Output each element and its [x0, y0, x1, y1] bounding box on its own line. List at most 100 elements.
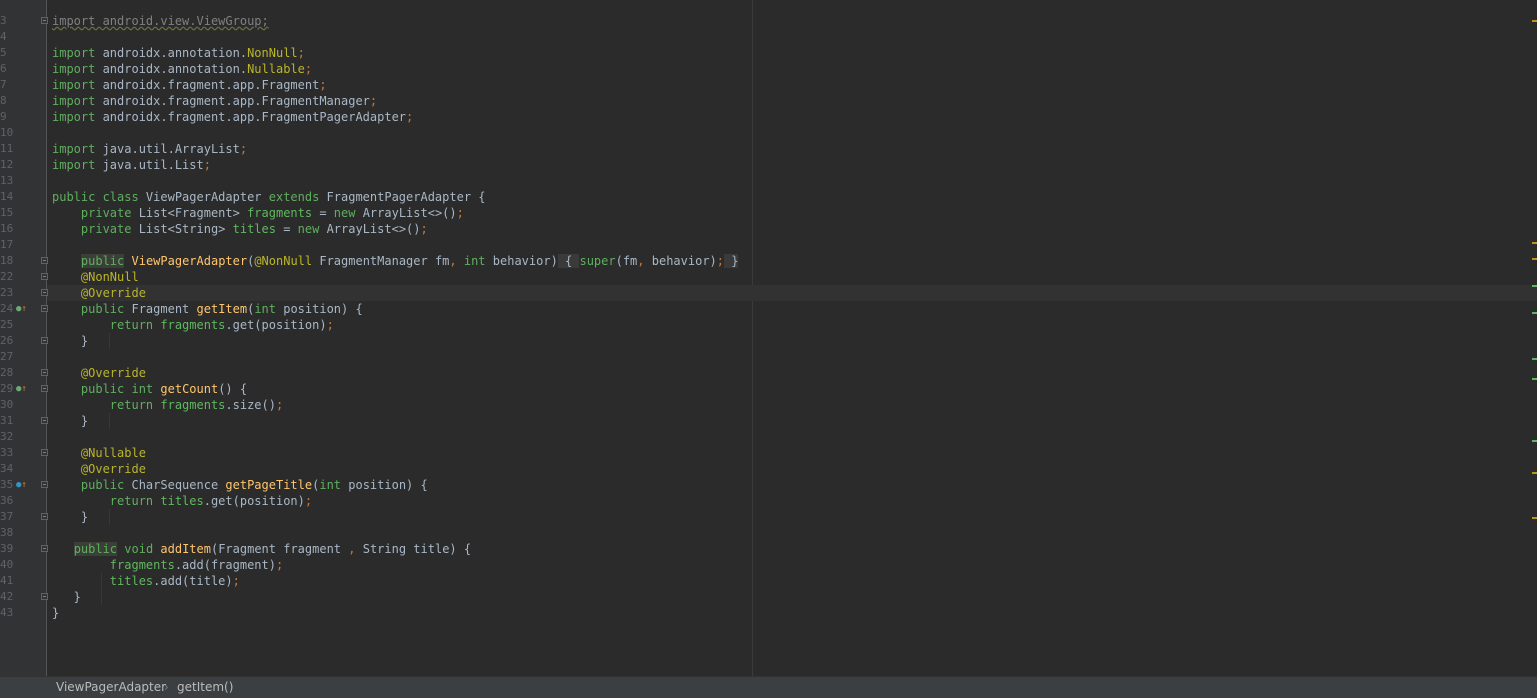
fold-toggle-icon[interactable] [41, 337, 48, 344]
error-stripe-mark[interactable] [1532, 472, 1537, 474]
code-line[interactable]: 28 @Override [0, 365, 1537, 381]
fold-toggle-icon[interactable] [41, 385, 48, 392]
line-number[interactable]: 8 [0, 93, 10, 109]
line-number[interactable]: 5 [0, 45, 10, 61]
breadcrumb-method[interactable]: getItem() [177, 680, 233, 694]
error-stripe-mark[interactable] [1532, 20, 1537, 22]
line-number[interactable]: 39 [0, 541, 13, 557]
code-line[interactable]: 16 private List<String> titles = new Arr… [0, 221, 1537, 237]
line-number[interactable]: 9 [0, 109, 10, 125]
code-editor[interactable]: 3 import android.view.ViewGroup; 4 5 import … [0, 0, 1537, 676]
line-number[interactable]: 11 [0, 141, 13, 157]
code-line[interactable]: 26 } [0, 333, 1537, 349]
code-line[interactable]: 39 public void addItem(Fragment fragment… [0, 541, 1537, 557]
line-number[interactable]: 26 [0, 333, 13, 349]
line-number[interactable]: 31 [0, 413, 13, 429]
line-number[interactable]: 38 [0, 525, 13, 541]
fold-toggle-icon[interactable] [41, 257, 48, 264]
code-line[interactable]: 35 ●↑ public CharSequence getPageTitle(in… [0, 477, 1537, 493]
fold-toggle-icon[interactable] [41, 273, 48, 280]
line-number[interactable]: 36 [0, 493, 13, 509]
code-line[interactable]: 11 import java.util.ArrayList; [0, 141, 1537, 157]
code-line[interactable]: 24 ●↑ public Fragment getItem(int positio… [0, 301, 1537, 317]
fold-toggle-icon[interactable] [41, 545, 48, 552]
implements-method-icon[interactable]: ●↑ [16, 381, 30, 397]
fold-toggle-icon[interactable] [41, 369, 48, 376]
code-line[interactable]: 34 @Override [0, 461, 1537, 477]
code-line[interactable]: 38 [0, 525, 1537, 541]
line-number[interactable]: 17 [0, 237, 13, 253]
code-line[interactable]: 32 [0, 429, 1537, 445]
fold-toggle-icon[interactable] [41, 305, 48, 312]
error-stripe-mark[interactable] [1532, 440, 1537, 442]
line-number[interactable]: 16 [0, 221, 13, 237]
line-number[interactable]: 13 [0, 173, 13, 189]
line-number[interactable]: 41 [0, 573, 13, 589]
code-line[interactable]: 33 @Nullable [0, 445, 1537, 461]
code-line[interactable]: 12 import java.util.List; [0, 157, 1537, 173]
line-number[interactable]: 33 [0, 445, 13, 461]
line-number[interactable]: 32 [0, 429, 13, 445]
code-line[interactable]: 22 @NonNull [0, 269, 1537, 285]
fold-toggle-icon[interactable] [41, 481, 48, 488]
line-number[interactable]: 7 [0, 77, 10, 93]
line-number[interactable]: 40 [0, 557, 13, 573]
code-line[interactable]: 14 public class ViewPagerAdapter extends … [0, 189, 1537, 205]
fold-toggle-icon[interactable] [41, 289, 48, 296]
line-number[interactable]: 14 [0, 189, 13, 205]
line-number[interactable]: 27 [0, 349, 13, 365]
line-number[interactable]: 23 [0, 285, 13, 301]
error-stripe-mark[interactable] [1532, 242, 1537, 244]
fold-toggle-icon[interactable] [41, 417, 48, 424]
fold-toggle-icon[interactable] [41, 449, 48, 456]
code-line[interactable]: 10 [0, 125, 1537, 141]
line-number[interactable]: 25 [0, 317, 13, 333]
code-line[interactable]: 13 [0, 173, 1537, 189]
fold-toggle-icon[interactable] [41, 513, 48, 520]
code-line[interactable]: 36 return titles.get(position); [0, 493, 1537, 509]
code-line[interactable]: 42 } [0, 589, 1537, 605]
code-line[interactable]: 7 import androidx.fragment.app.Fragment; [0, 77, 1537, 93]
line-number[interactable]: 4 [0, 29, 10, 45]
code-line[interactable]: 15 private List<Fragment> fragments = ne… [0, 205, 1537, 221]
code-line[interactable]: 25 return fragments.get(position); [0, 317, 1537, 333]
overrides-method-icon[interactable]: ●↑ [16, 477, 30, 493]
code-line[interactable]: 29 ●↑ public int getCount() { [0, 381, 1537, 397]
line-number[interactable]: 30 [0, 397, 13, 413]
code-line[interactable]: 18 public ViewPagerAdapter(@NonNull Frag… [0, 253, 1537, 269]
error-stripe-mark[interactable] [1532, 312, 1537, 314]
fold-toggle-icon[interactable] [41, 17, 48, 24]
error-stripe-mark[interactable] [1532, 517, 1537, 519]
error-stripe-mark[interactable] [1532, 285, 1537, 287]
line-number[interactable]: 34 [0, 461, 13, 477]
fold-toggle-icon[interactable] [41, 593, 48, 600]
error-stripe-mark[interactable] [1532, 378, 1537, 380]
line-number[interactable]: 15 [0, 205, 13, 221]
line-number[interactable]: 29 [0, 381, 13, 397]
line-number[interactable]: 3 [0, 13, 10, 29]
code-line[interactable]: 17 [0, 237, 1537, 253]
code-line[interactable]: 30 return fragments.size(); [0, 397, 1537, 413]
line-number[interactable]: 10 [0, 125, 13, 141]
code-line[interactable]: 27 [0, 349, 1537, 365]
line-number[interactable]: 35 [0, 477, 13, 493]
code-line[interactable]: 37 } [0, 509, 1537, 525]
code-line[interactable]: 9 import androidx.fragment.app.FragmentPa… [0, 109, 1537, 125]
error-stripe-mark[interactable] [1532, 258, 1537, 260]
code-line[interactable]: 23 @Override [0, 285, 1537, 301]
error-stripe-mark[interactable] [1532, 358, 1537, 360]
line-number[interactable]: 22 [0, 269, 13, 285]
code-line[interactable]: 43} [0, 605, 1537, 621]
breadcrumb-class[interactable]: ViewPagerAdapter [56, 680, 166, 694]
code-line[interactable]: 41 titles.add(title); [0, 573, 1537, 589]
implements-method-icon[interactable]: ●↑ [16, 301, 30, 317]
line-number[interactable]: 12 [0, 157, 13, 173]
line-number[interactable]: 18 [0, 253, 13, 269]
code-line[interactable]: 31 } [0, 413, 1537, 429]
code-line[interactable]: 8 import androidx.fragment.app.FragmentMa… [0, 93, 1537, 109]
code-line[interactable]: 6 import androidx.annotation.Nullable; [0, 61, 1537, 77]
line-number[interactable]: 37 [0, 509, 13, 525]
code-line[interactable]: 5 import androidx.annotation.NonNull; [0, 45, 1537, 61]
line-number[interactable]: 24 [0, 301, 13, 317]
line-number[interactable]: 28 [0, 365, 13, 381]
